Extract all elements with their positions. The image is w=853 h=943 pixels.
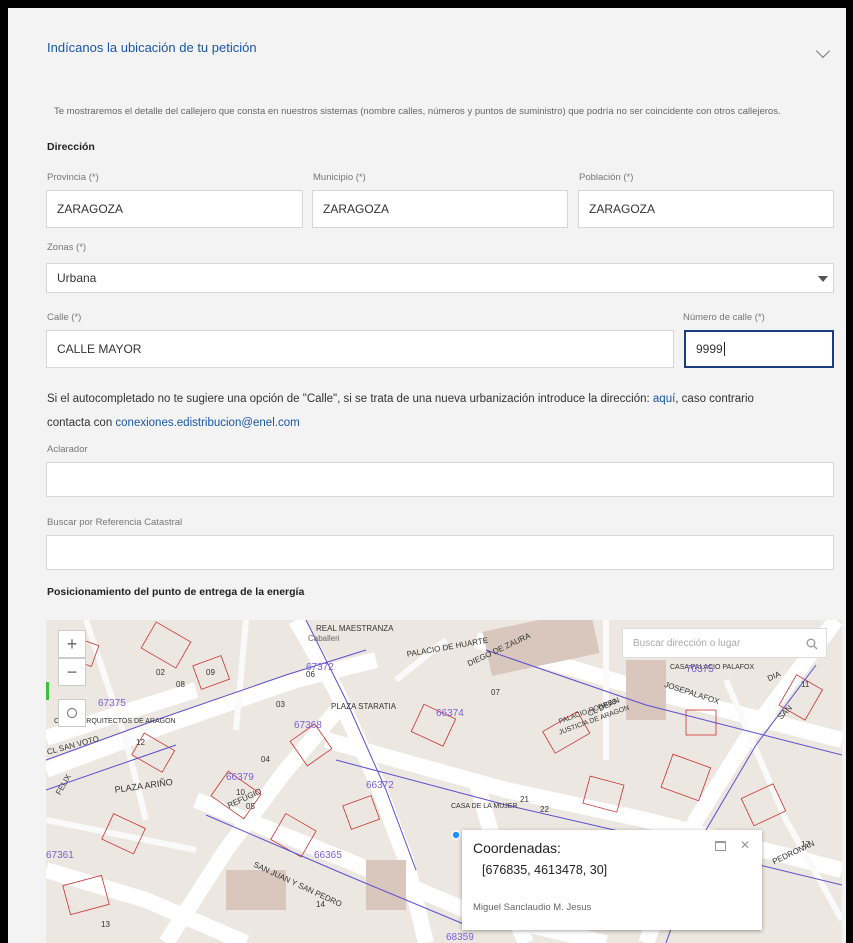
map-label: REAL MAESTRANZA [316, 624, 394, 633]
municipio-value: ZARAGOZA [323, 202, 390, 216]
popup-user: Miguel Sanclaudio M. Jesus [473, 902, 592, 913]
locate-button[interactable] [58, 699, 86, 727]
map-search-placeholder: Buscar dirección o lugar [633, 637, 741, 649]
calle-value: CALLE MAYOR [57, 342, 142, 356]
search-icon[interactable] [806, 638, 818, 650]
map-label: Caballeri [308, 634, 340, 643]
municipio-field[interactable]: ZARAGOZA [312, 190, 568, 228]
autocomplete-note: Si el autocompletado no te sugiere una o… [47, 387, 837, 435]
popup-coordinates: [676835, 4613478, 30] [482, 863, 608, 877]
email-link[interactable]: conexiones.edistribucion@enel.com [115, 417, 299, 429]
map-label: PLAZA STARATIA [331, 702, 397, 711]
map-label: 22 [540, 805, 549, 814]
map-label: 04 [261, 755, 270, 764]
text-caret [723, 342, 725, 356]
municipio-label: Municipio (*) [313, 172, 366, 183]
coordinates-popup: Coordenadas: ✕ [676835, 4613478, 30] Mig… [462, 830, 762, 930]
map-label: 11 [801, 680, 810, 689]
maximize-icon[interactable] [715, 841, 726, 851]
map-label: 21 [520, 795, 529, 804]
map-label: 66372 [366, 780, 394, 791]
map-label: 66374 [436, 708, 464, 719]
locate-icon [67, 708, 77, 718]
calle-field[interactable]: CALLE MAYOR [46, 330, 674, 368]
provincia-label: Provincia (*) [47, 172, 99, 183]
intro-text: Te mostraremos el detalle del callejero … [54, 106, 781, 117]
aclarador-field[interactable] [46, 462, 834, 497]
map-label: 13 [101, 920, 110, 929]
poblacion-label: Población (*) [579, 172, 634, 183]
map-label: 14 [316, 900, 325, 909]
aclarador-label: Aclarador [47, 444, 88, 455]
zoom-out-button[interactable]: − [58, 658, 86, 686]
map-label: 09 [206, 668, 215, 677]
accordion-title[interactable]: Indícanos la ubicación de tu petición [47, 40, 257, 55]
catastral-search-field[interactable] [46, 535, 834, 570]
numero-label: Número de calle (*) [683, 312, 765, 323]
map-label: 10 [236, 788, 245, 797]
map-section-title: Posicionamiento del punto de entrega de … [47, 586, 305, 598]
catastral-label: Buscar por Referencia Catastral [47, 517, 183, 528]
zonas-select[interactable]: Urbana [46, 263, 834, 293]
zonas-value: Urbana [57, 271, 97, 285]
provincia-value: ZARAGOZA [57, 202, 124, 216]
poblacion-field[interactable]: ZARAGOZA [578, 190, 834, 228]
address-section-title: Dirección [47, 141, 95, 153]
provincia-field[interactable]: ZARAGOZA [46, 190, 303, 228]
zonas-label: Zonas (*) [47, 242, 87, 253]
map-label: 67361 [46, 850, 74, 861]
form-panel: Indícanos la ubicación de tu petición Te… [8, 8, 846, 943]
map-label: 66379 [226, 772, 254, 783]
poblacion-value: ZARAGOZA [589, 202, 656, 216]
map-label: 08 [176, 680, 185, 689]
numero-field[interactable]: 9999 [684, 330, 834, 368]
popup-title: Coordenadas: [473, 840, 561, 856]
map-label: 70375 [686, 664, 714, 675]
numero-value: 9999 [696, 342, 723, 356]
map-label: 68359 [446, 932, 474, 943]
map-label: 12 [136, 738, 145, 747]
map-label: 06 [306, 670, 315, 679]
note-text-1: Si el autocompletado no te sugiere una o… [47, 393, 653, 405]
note-text-2: , caso contrario [675, 393, 754, 405]
map-view[interactable]: REAL MAESTRANZA Caballeri PALACIO DE HUART… [46, 620, 842, 943]
here-link[interactable]: aquí [653, 393, 675, 405]
chevron-down-icon[interactable] [815, 43, 831, 59]
map-label: 02 [156, 668, 165, 677]
map-edge-marker [46, 682, 49, 700]
map-search-input[interactable]: Buscar dirección o lugar [622, 628, 827, 658]
note-text-3: contacta con [47, 417, 116, 429]
selected-point-marker [451, 830, 461, 840]
dropdown-arrow-icon [818, 276, 828, 282]
map-label: 03 [276, 700, 285, 709]
map-label: 66365 [314, 850, 342, 861]
zoom-in-button[interactable]: + [58, 630, 86, 658]
map-label: 67375 [98, 698, 126, 709]
close-icon[interactable]: ✕ [740, 838, 750, 852]
map-label: 07 [491, 688, 500, 697]
map-label: CASA DE LA MUJER [451, 803, 518, 810]
calle-label: Calle (*) [47, 312, 82, 323]
map-label: 17 [801, 840, 810, 849]
map-label: 05 [246, 802, 255, 811]
map-label: 67368 [294, 720, 322, 731]
